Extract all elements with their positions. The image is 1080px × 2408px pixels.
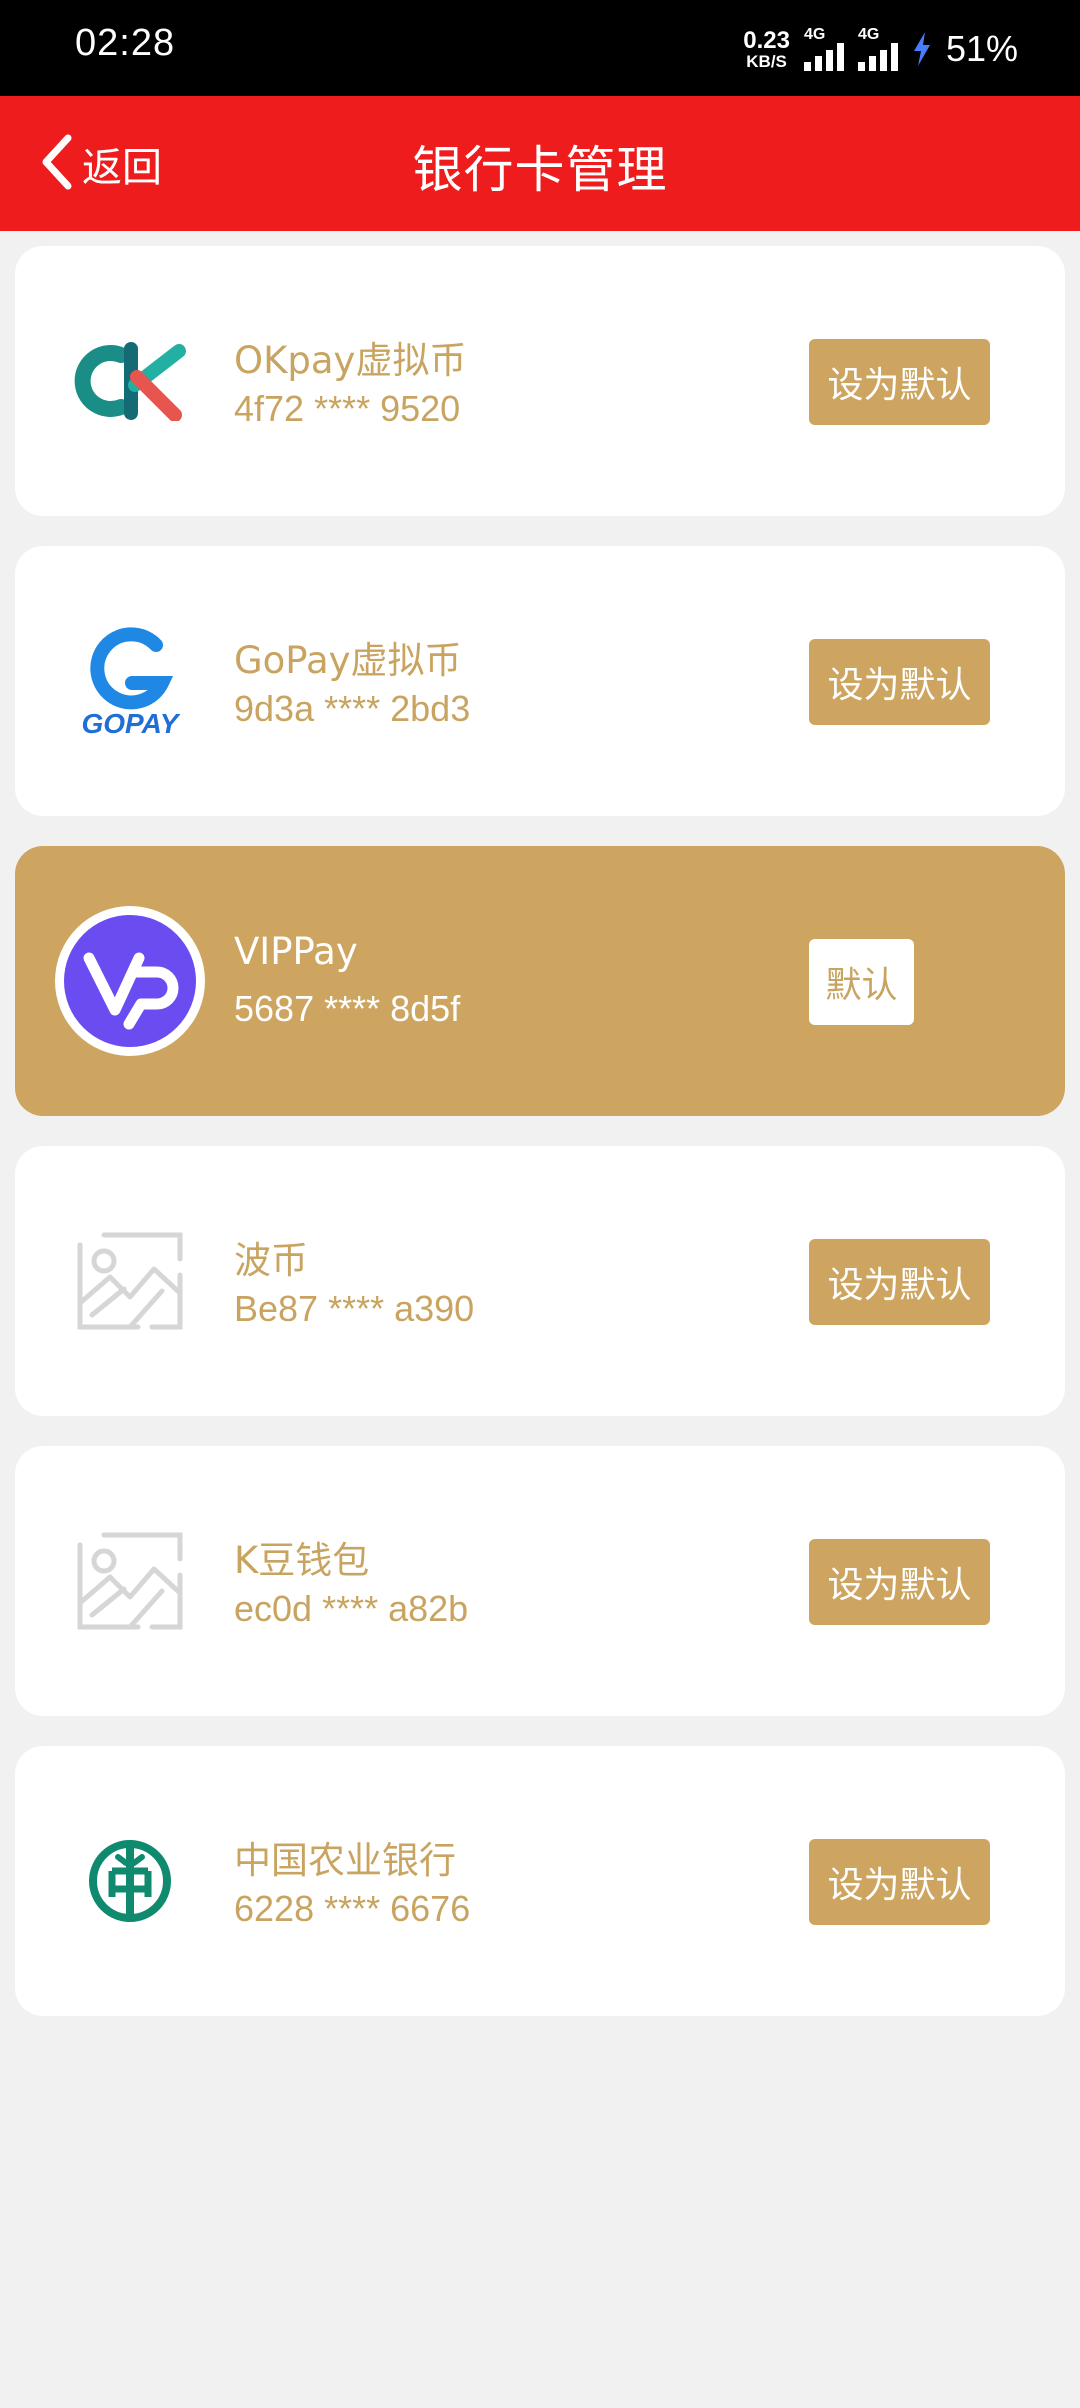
card-number: 6228 **** 6676 <box>234 1888 471 1929</box>
card-number: Be87 **** a390 <box>234 1288 475 1329</box>
net-speed: 0.23 KB/S <box>743 26 790 71</box>
card-list: OKpay虚拟币 4f72 **** 9520 设为默认 GOPAY GoPay… <box>15 246 1065 2046</box>
okpay-logo-icon <box>55 306 205 456</box>
card-item[interactable]: 中国农业银行 6228 **** 6676 设为默认 <box>15 1746 1065 2016</box>
status-time: 02:28 <box>75 22 176 64</box>
gopay-logo-icon: GOPAY <box>55 606 205 756</box>
card-number: 5687 **** 8d5f <box>234 988 461 1029</box>
net-speed-value: 0.23 <box>743 26 790 54</box>
card-name: K豆钱包 <box>234 1539 370 1582</box>
card-item[interactable]: K豆钱包 ec0d **** a82b 设为默认 <box>15 1446 1065 1716</box>
image-placeholder-icon <box>55 1506 205 1656</box>
gopay-logo-text: GOPAY <box>82 708 181 739</box>
vippay-logo-icon <box>55 906 205 1056</box>
card-name: VIPPay <box>234 930 358 973</box>
card-item[interactable]: GOPAY GoPay虚拟币 9d3a **** 2bd3 设为默认 <box>15 546 1065 816</box>
card-item[interactable]: OKpay虚拟币 4f72 **** 9520 设为默认 <box>15 246 1065 516</box>
charging-icon <box>912 32 932 66</box>
signal-icon-2: 4G <box>857 26 898 71</box>
signal-icon: 4G <box>803 26 844 71</box>
card-item[interactable]: 波币 Be87 **** a390 设为默认 <box>15 1146 1065 1416</box>
card-name: 中国农业银行 <box>234 1839 456 1882</box>
network-type-2: 4G <box>857 26 880 43</box>
set-default-button[interactable]: 设为默认 <box>809 1539 990 1625</box>
card-number: 9d3a **** 2bd3 <box>234 688 471 729</box>
set-default-button[interactable]: 设为默认 <box>809 1239 990 1325</box>
abc-bank-logo-icon <box>55 1806 205 1956</box>
network-type-1: 4G <box>803 26 826 43</box>
net-speed-unit: KB/S <box>746 51 787 71</box>
card-item-default[interactable]: VIPPay 5687 **** 8d5f 默认 <box>15 846 1065 1116</box>
battery-level: 51% <box>945 28 1018 69</box>
card-number: 4f72 **** 9520 <box>234 388 461 429</box>
status-bar: 02:28 0.23 KB/S 4G 4G 51% <box>0 0 1080 96</box>
status-icons: 0.23 KB/S 4G 4G 51% <box>743 24 1018 74</box>
card-number: ec0d **** a82b <box>234 1588 469 1629</box>
set-default-button[interactable]: 设为默认 <box>809 339 990 425</box>
page-title: 银行卡管理 <box>412 141 668 199</box>
default-badge: 默认 <box>809 939 914 1025</box>
set-default-button[interactable]: 设为默认 <box>809 1839 990 1925</box>
image-placeholder-icon <box>55 1206 205 1356</box>
set-default-button[interactable]: 设为默认 <box>809 639 990 725</box>
card-name: 波币 <box>234 1239 308 1282</box>
card-name: GoPay虚拟币 <box>234 639 462 682</box>
app-header: 返回 银行卡管理 <box>0 96 1080 231</box>
card-name: OKpay虚拟币 <box>234 339 467 382</box>
